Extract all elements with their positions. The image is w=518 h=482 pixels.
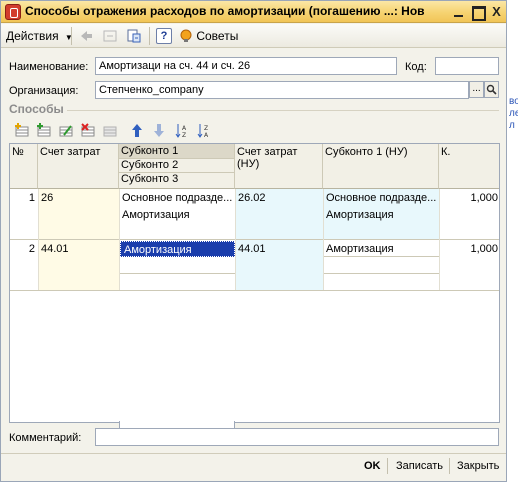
tips-label: Советы — [196, 29, 239, 43]
delete-row-icon[interactable] — [80, 123, 96, 138]
document-window: Способы отражения расходов по амортизаци… — [0, 0, 507, 482]
maximize-button[interactable] — [469, 4, 486, 21]
name-label: Наименование: — [9, 61, 89, 73]
save-button[interactable]: Записать — [396, 460, 443, 472]
toolbar-separator — [149, 27, 150, 45]
code-label: Код: — [405, 61, 427, 73]
header-subconto1[interactable]: Субконто 1 — [119, 144, 234, 159]
header-k[interactable]: К. — [439, 144, 499, 189]
row-divider — [10, 290, 499, 291]
title-bar[interactable]: Способы отражения расходов по амортизаци… — [1, 1, 506, 23]
sort-asc-icon[interactable]: AZ — [175, 123, 191, 139]
header-subconto-group: Субконто 1 Субконто 2 Субконто 3 — [119, 144, 235, 189]
column-divider — [235, 189, 236, 290]
methods-table[interactable]: № Счет затрат Субконто 1 Субконто 2 Субк… — [9, 143, 500, 423]
column-divider — [38, 189, 39, 290]
background-link[interactable]: ле — [509, 108, 518, 119]
close-button[interactable]: X — [488, 4, 505, 20]
footer-separator — [449, 458, 450, 474]
svg-text:Z: Z — [182, 132, 186, 138]
section-title: Способы — [9, 102, 64, 116]
ok-button[interactable]: OK — [364, 460, 381, 472]
column-divider — [119, 189, 120, 290]
row-subconto2-nu[interactable]: Амортизация — [323, 207, 439, 223]
row-account[interactable]: 26 — [38, 190, 119, 206]
close-form-button[interactable]: Закрыть — [457, 460, 499, 472]
tips-button[interactable]: Советы — [179, 27, 238, 45]
footer-divider — [1, 453, 506, 454]
toolbar-separator — [71, 27, 72, 45]
footer-separator — [387, 458, 388, 474]
code-field[interactable] — [435, 57, 499, 75]
search-icon — [486, 84, 497, 95]
row-subconto2[interactable]: Амортизация — [119, 207, 235, 223]
name-field[interactable]: Амортизаци на сч. 44 и сч. 26 — [95, 57, 397, 75]
column-divider — [439, 189, 440, 290]
column-divider — [323, 189, 324, 290]
header-account[interactable]: Счет затрат — [38, 144, 119, 189]
row-subconto1-selected[interactable]: Амортизация — [120, 241, 235, 257]
section-divider — [67, 110, 499, 111]
actions-label: Действия — [6, 29, 59, 43]
move-down-icon[interactable] — [151, 123, 167, 138]
copy-row-icon[interactable] — [36, 123, 52, 138]
row-divider — [10, 239, 499, 240]
header-num[interactable]: № — [10, 144, 38, 189]
search-button[interactable] — [484, 81, 499, 98]
help-icon[interactable]: ? — [156, 28, 172, 44]
background-link[interactable]: во — [509, 96, 518, 107]
tips-icon — [180, 29, 192, 42]
svg-text:A: A — [182, 125, 187, 132]
row-k[interactable]: 1,000 — [439, 190, 499, 206]
end-edit-icon[interactable] — [102, 123, 118, 138]
add-row-icon[interactable] — [14, 123, 30, 138]
row-num: 1 — [28, 192, 35, 204]
row-account[interactable]: 44.01 — [38, 241, 119, 257]
row-k[interactable]: 1,000 — [439, 241, 499, 257]
window-title: Способы отражения расходов по амортизаци… — [25, 4, 425, 18]
row-subconto1-nu[interactable]: Амортизация — [323, 241, 439, 257]
row-subconto2-nu[interactable] — [323, 258, 439, 274]
select-button[interactable]: ... — [469, 81, 484, 98]
row-account-nu[interactable]: 26.02 — [235, 190, 323, 206]
organization-label: Организация: — [9, 85, 79, 97]
header-subconto2[interactable]: Субконто 2 — [119, 159, 234, 173]
app-icon — [5, 4, 21, 20]
background-link[interactable]: л — [509, 120, 515, 131]
header-account-nu[interactable]: Счет затрат (НУ) — [235, 144, 323, 189]
row-subconto1-nu[interactable]: Основное подразде... — [323, 190, 439, 206]
forward-icon[interactable] — [102, 28, 118, 44]
comment-label: Комментарий: — [9, 432, 82, 444]
refresh-icon[interactable] — [126, 28, 142, 44]
row-subconto2[interactable] — [119, 258, 235, 274]
toolbar: Действия ▼ ? Советы — [1, 24, 506, 48]
back-icon[interactable] — [78, 28, 94, 44]
svg-text:A: A — [204, 132, 209, 138]
actions-menu[interactable]: Действия ▼ — [6, 27, 73, 45]
header-subconto3[interactable]: Субконто 3 — [119, 173, 234, 187]
header-subconto1-nu[interactable]: Субконто 1 (НУ) — [323, 144, 439, 189]
move-up-icon[interactable] — [129, 123, 145, 138]
comment-field[interactable] — [95, 428, 499, 446]
sort-desc-icon[interactable]: ZA — [197, 123, 213, 139]
organization-field[interactable]: Степченко_company — [95, 81, 469, 99]
edit-row-icon[interactable] — [58, 123, 74, 138]
svg-text:Z: Z — [204, 125, 208, 132]
row-subconto1[interactable]: Основное подразде... — [119, 190, 235, 206]
row-account-nu[interactable]: 44.01 — [235, 241, 323, 257]
row-num: 2 — [28, 243, 35, 255]
minimize-button[interactable] — [450, 4, 467, 20]
